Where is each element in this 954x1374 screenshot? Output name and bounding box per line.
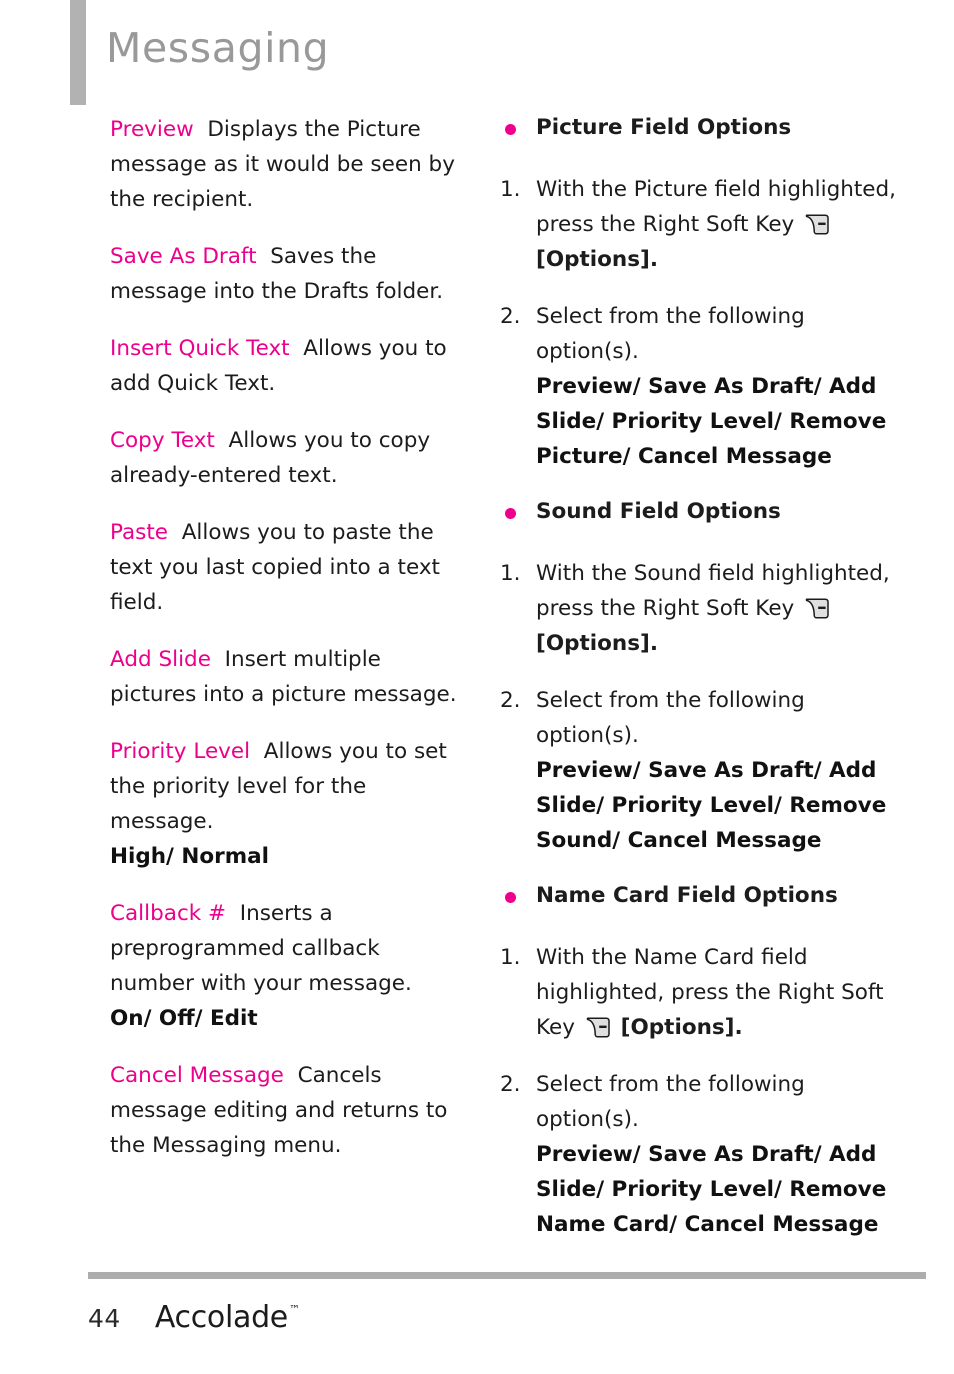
term-spacer (226, 901, 240, 926)
definition-add-slide: Add Slide Insert multiple pictures into … (110, 642, 462, 712)
definition-term: Cancel Message (110, 1063, 284, 1088)
step-item: 2. Select from the following option(s). … (500, 683, 900, 858)
step-options-list: Preview/ Save As Draft/ Add Slide/ Prior… (536, 758, 887, 853)
step-text-after: [Options]. (536, 631, 659, 656)
step-number: 1. (500, 561, 521, 586)
definition-term: Priority Level (110, 739, 251, 764)
page-footer: 44 Accolade™ (0, 1264, 954, 1374)
step-number: 1. (500, 945, 521, 970)
section-heading-sound-field-options: Sound Field Options (500, 496, 900, 528)
definition-priority-level: Priority Level Allows you to set the pri… (110, 734, 462, 874)
footer-content: 44 Accolade™ (88, 1300, 300, 1335)
brand-label: Accolade (154, 1300, 288, 1335)
section-heading-label: Sound Field Options (536, 499, 781, 524)
step-number: 2. (500, 304, 521, 329)
term-spacer (250, 739, 264, 764)
definition-term: Save As Draft (110, 244, 257, 269)
definition-preview: Preview Displays the Picture message as … (110, 112, 462, 217)
definition-paste: Paste Allows you to paste the text you l… (110, 515, 462, 620)
definition-term: Insert Quick Text (110, 336, 290, 361)
definition-term: Preview (110, 117, 194, 142)
step-item: 1. With the Picture field highlighted, p… (500, 172, 900, 277)
step-text: Select from the following option(s). (536, 1072, 805, 1132)
soft-key-icon (805, 214, 829, 235)
definition-values: High/ Normal (110, 844, 270, 869)
definition-term: Copy Text (110, 428, 215, 453)
definition-cancel-message: Cancel Message Cancels message editing a… (110, 1058, 462, 1163)
step-number: 1. (500, 177, 521, 202)
term-spacer (194, 117, 208, 142)
step-text: With the Picture field highlighted, pres… (536, 177, 896, 237)
step-options-list: Preview/ Save As Draft/ Add Slide/ Prior… (536, 1142, 887, 1237)
step-item: 1. With the Name Card field highlighted,… (500, 940, 900, 1045)
trademark-symbol: ™ (288, 1303, 300, 1316)
bullet-dot-icon (505, 892, 516, 903)
definition-term: Paste (110, 520, 169, 545)
term-spacer (290, 336, 304, 361)
definition-values: On/ Off/ Edit (110, 1006, 258, 1031)
term-spacer (168, 520, 182, 545)
step-text: With the Sound field highlighted, press … (536, 561, 890, 621)
soft-key-icon (586, 1017, 610, 1038)
step-text-after: [Options]. (536, 247, 659, 272)
left-column: Preview Displays the Picture message as … (110, 112, 462, 1163)
brand-name: Accolade™ (155, 1300, 300, 1335)
definition-save-as-draft: Save As Draft Saves the message into the… (110, 239, 462, 309)
section-heading-name-card-field-options: Name Card Field Options (500, 880, 900, 912)
step-number: 2. (500, 688, 521, 713)
step-text: Select from the following option(s). (536, 304, 805, 364)
definition-term: Callback # (110, 901, 227, 926)
page-header: Messaging (0, 0, 954, 108)
step-item: 1. With the Sound field highlighted, pre… (500, 556, 900, 661)
section-heading-label: Name Card Field Options (536, 883, 838, 908)
term-spacer (257, 244, 271, 269)
page-title: Messaging (106, 24, 330, 72)
step-options-list: Preview/ Save As Draft/ Add Slide/ Prior… (536, 374, 887, 469)
header-accent-bar (70, 0, 86, 105)
right-column: Picture Field Options 1. With the Pictur… (500, 112, 900, 1264)
step-item: 2. Select from the following option(s). … (500, 1067, 900, 1242)
bullet-dot-icon (505, 508, 516, 519)
term-spacer (215, 428, 229, 453)
step-number: 2. (500, 1072, 521, 1097)
soft-key-icon (805, 598, 829, 619)
section-heading-picture-field-options: Picture Field Options (500, 112, 900, 144)
bullet-dot-icon (505, 124, 516, 135)
term-spacer (284, 1063, 298, 1088)
step-text: Select from the following option(s). (536, 688, 805, 748)
section-heading-label: Picture Field Options (536, 115, 792, 140)
page-number: 44 (88, 1304, 121, 1333)
term-spacer (211, 647, 225, 672)
definition-copy-text: Copy Text Allows you to copy already-ent… (110, 423, 462, 493)
step-item: 2. Select from the following option(s). … (500, 299, 900, 474)
definition-term: Add Slide (110, 647, 211, 672)
definition-callback-number: Callback # Inserts a preprogrammed callb… (110, 896, 462, 1036)
footer-divider (88, 1272, 926, 1279)
definition-insert-quick-text: Insert Quick Text Allows you to add Quic… (110, 331, 462, 401)
step-text-after: [Options]. (620, 1015, 743, 1040)
